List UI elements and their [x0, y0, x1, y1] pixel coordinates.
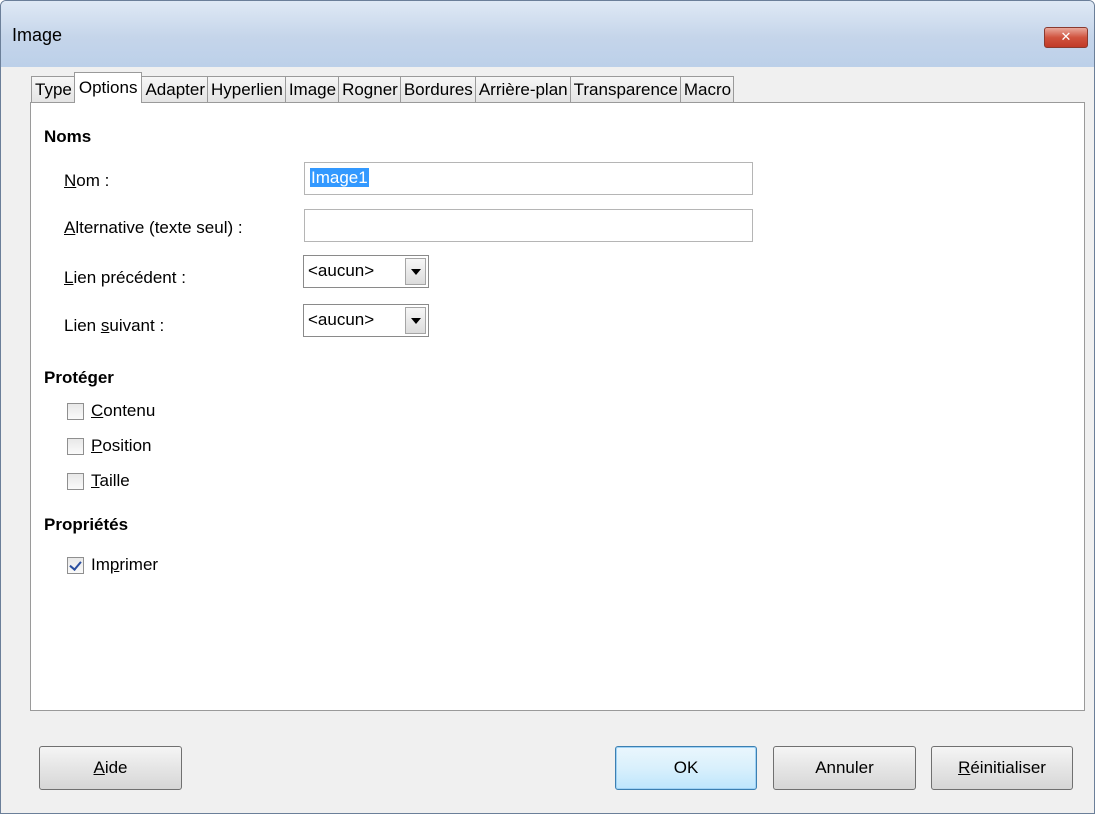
- print-checkbox[interactable]: Imprimer: [67, 555, 158, 575]
- help-button-label: Aide: [93, 758, 128, 777]
- next-link-value: <aucun>: [308, 310, 375, 329]
- tab-options[interactable]: Options: [73, 72, 143, 103]
- prev-link-value: <aucun>: [308, 261, 375, 280]
- protect-content-label: Contenu: [91, 401, 156, 420]
- chevron-down-icon[interactable]: [405, 307, 426, 334]
- tab-arriere-plan[interactable]: Arrière-plan: [474, 76, 571, 103]
- reset-button-label: Réinitialiser: [958, 758, 1046, 777]
- close-button[interactable]: ✕: [1044, 27, 1088, 48]
- name-label: Nom :: [64, 171, 110, 190]
- name-value: Image1: [310, 168, 369, 187]
- tab-adapter[interactable]: Adapter: [141, 76, 208, 103]
- tab-transparence[interactable]: Transparence: [569, 76, 681, 103]
- tab-image[interactable]: Image: [284, 76, 340, 103]
- next-link-dropdown[interactable]: <aucun>: [303, 304, 429, 337]
- protect-size-checkbox[interactable]: Taille: [67, 471, 130, 491]
- tab-macro[interactable]: Macro: [679, 76, 735, 103]
- print-label: Imprimer: [91, 555, 159, 574]
- reset-button[interactable]: Réinitialiser: [931, 746, 1073, 790]
- section-proteger: Protéger: [44, 368, 114, 387]
- title-bar: Image ✕: [1, 1, 1094, 67]
- protect-position-label: Position: [91, 436, 152, 455]
- section-noms: Noms: [44, 127, 92, 146]
- alt-input[interactable]: [304, 209, 753, 242]
- checkbox-icon[interactable]: [67, 472, 84, 490]
- protect-position-checkbox[interactable]: Position: [67, 436, 151, 456]
- image-dialog: Image ✕ Type Options Adapter Hyperlien I…: [0, 0, 1095, 814]
- name-input[interactable]: Image1: [304, 162, 753, 195]
- prev-link-label: Lien précédent :: [64, 268, 186, 287]
- tab-hyperlien[interactable]: Hyperlien: [207, 76, 286, 103]
- alt-label: Alternative (texte seul) :: [64, 218, 243, 237]
- protect-content-checkbox[interactable]: Contenu: [67, 401, 155, 421]
- cancel-button[interactable]: Annuler: [773, 746, 916, 790]
- close-icon: ✕: [1060, 29, 1072, 44]
- next-link-label: Lien suivant :: [64, 316, 165, 335]
- checkbox-icon[interactable]: [67, 437, 84, 455]
- checkbox-checked-icon[interactable]: [67, 556, 84, 574]
- dialog-title: Image: [12, 25, 63, 45]
- checkbox-icon[interactable]: [67, 402, 84, 420]
- tab-bordures[interactable]: Bordures: [399, 76, 476, 103]
- help-button[interactable]: Aide: [39, 746, 182, 790]
- tab-bar: Type Options Adapter Hyperlien Image Rog…: [31, 72, 735, 103]
- protect-size-label: Taille: [91, 471, 130, 490]
- ok-button[interactable]: OK: [615, 746, 757, 790]
- section-proprietes: Propriétés: [44, 515, 129, 534]
- tab-rogner[interactable]: Rogner: [338, 76, 401, 103]
- tab-type[interactable]: Type: [31, 76, 75, 103]
- prev-link-dropdown[interactable]: <aucun>: [303, 255, 429, 288]
- chevron-down-icon[interactable]: [405, 258, 426, 285]
- options-panel: Noms Nom : Image1 Alternative (texte seu…: [30, 102, 1085, 711]
